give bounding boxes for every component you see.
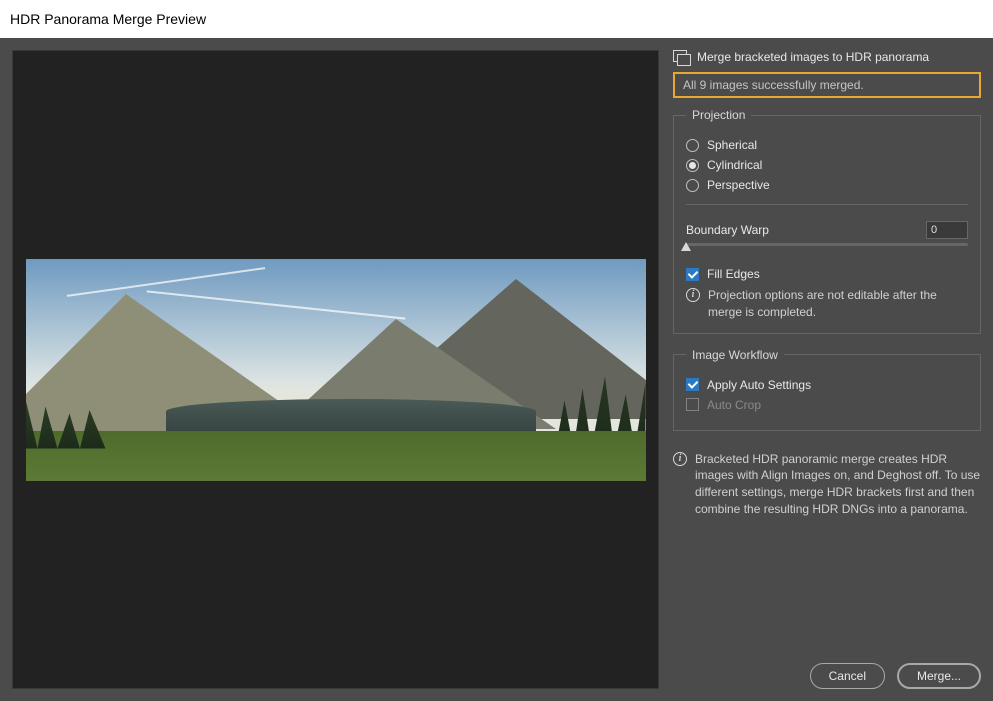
radio-icon [686,139,699,152]
auto-crop-label: Auto Crop [707,398,761,412]
radio-label: Spherical [707,138,757,152]
boundary-warp-input[interactable] [926,221,968,239]
slider-thumb-icon [681,242,691,251]
workflow-legend: Image Workflow [686,348,784,362]
apply-auto-settings-checkbox[interactable]: Apply Auto Settings [686,378,968,392]
divider [686,204,968,205]
checkbox-icon [686,378,699,391]
checkbox-icon [686,268,699,281]
merge-status: All 9 images successfully merged. [673,72,981,98]
projection-group: Projection Spherical Cylindrical Perspec… [673,108,981,334]
radio-perspective[interactable]: Perspective [686,178,968,192]
panorama-preview-image [26,259,646,481]
merge-button[interactable]: Merge... [897,663,981,689]
radio-label: Cylindrical [707,158,762,172]
fill-edges-label: Fill Edges [707,267,760,281]
radio-icon [686,159,699,172]
image-stack-icon [673,50,689,64]
radio-icon [686,179,699,192]
projection-legend: Projection [686,108,751,122]
info-icon: i [673,452,687,466]
preview-pane [12,50,659,689]
footer-info-text: Bracketed HDR panoramic merge creates HD… [695,451,981,518]
projection-info-text: Projection options are not editable afte… [708,287,968,321]
fill-edges-checkbox[interactable]: Fill Edges [686,267,968,281]
apply-auto-label: Apply Auto Settings [707,378,811,392]
boundary-warp-slider[interactable] [686,243,968,255]
radio-label: Perspective [707,178,770,192]
checkbox-icon [686,398,699,411]
cancel-button[interactable]: Cancel [810,663,885,689]
window-title: HDR Panorama Merge Preview [10,11,206,27]
auto-crop-checkbox: Auto Crop [686,398,968,412]
radio-spherical[interactable]: Spherical [686,138,968,152]
info-icon: i [686,288,700,302]
merge-header-label: Merge bracketed images to HDR panorama [697,50,929,64]
radio-cylindrical[interactable]: Cylindrical [686,158,968,172]
boundary-warp-label: Boundary Warp [686,223,769,237]
image-workflow-group: Image Workflow Apply Auto Settings Auto … [673,348,981,431]
